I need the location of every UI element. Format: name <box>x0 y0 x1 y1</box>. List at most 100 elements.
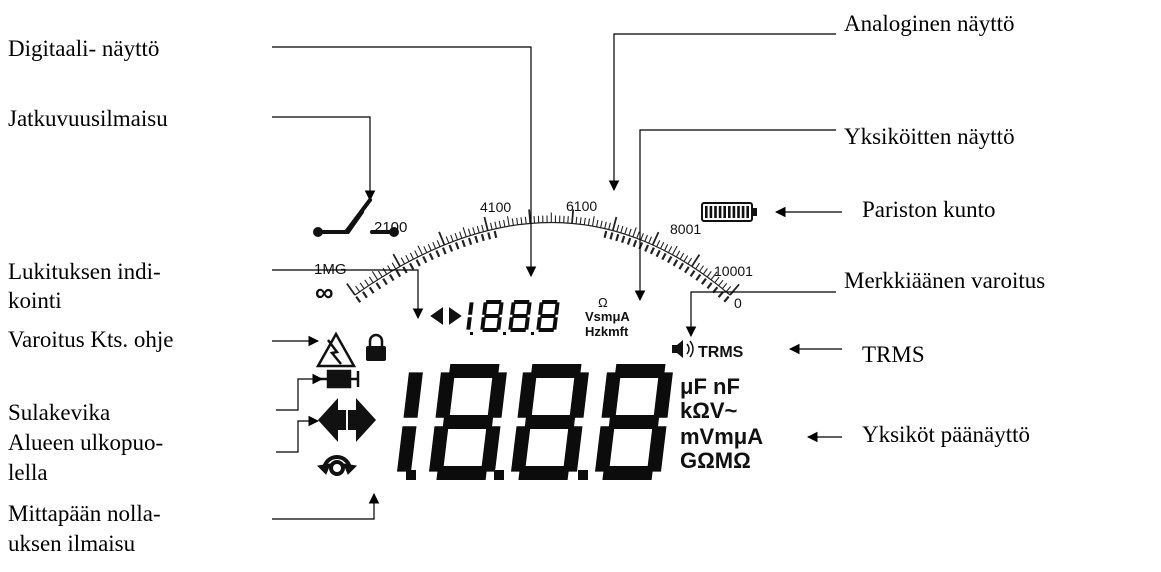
scale-band-tick <box>684 266 690 274</box>
scale-tick <box>718 279 724 287</box>
main-digit-2-segment <box>435 372 455 418</box>
scale-tick <box>454 233 459 240</box>
main-digit-3-segment <box>530 364 582 378</box>
main-decimal-point <box>578 470 588 480</box>
scale-tick <box>567 216 569 224</box>
battery-bar <box>709 206 713 218</box>
scale-tick <box>628 228 632 236</box>
main-digit-2-segment <box>448 364 500 378</box>
small-unit-vsmua: VsmμA <box>585 309 630 324</box>
scale-band-tick <box>493 230 498 239</box>
scale-tick <box>695 262 700 270</box>
small-unit-ohm: Ω <box>598 295 608 310</box>
scale-band-tick <box>626 237 632 245</box>
scale-tick <box>636 231 640 239</box>
battery-bar <box>732 206 736 218</box>
scale-tick <box>640 233 644 241</box>
main-decimal-point <box>494 470 504 480</box>
analog-scale-arc: 2100 4100 6100 8001 1MG 10001 ∞ 0 <box>314 198 753 311</box>
scale-tick <box>679 252 685 260</box>
scale-tick <box>417 245 423 255</box>
scale-band-tick <box>644 244 650 252</box>
scale-band-tick <box>615 233 620 242</box>
scale-tick <box>660 242 665 249</box>
scale-tick <box>436 240 441 247</box>
scale-band-tick <box>409 262 415 270</box>
main-digit-2-segment <box>487 372 507 418</box>
scale-tick <box>462 227 467 237</box>
scale-band-tick <box>388 274 395 282</box>
scale-band-tick <box>667 255 673 264</box>
small-digit-3-segment <box>524 317 530 330</box>
scale-band-tick <box>695 273 702 281</box>
scale-tick <box>459 231 463 239</box>
scale-tick <box>489 222 493 230</box>
scale-tick <box>604 221 607 229</box>
scale-tick <box>675 250 681 258</box>
callout-continuity <box>272 116 376 202</box>
battery-bar <box>723 206 726 218</box>
small-decimal-point <box>531 332 534 335</box>
unit-row-4: GΩMΩ <box>680 448 751 473</box>
battery-bar <box>705 206 708 218</box>
unit-row-1: μF nF <box>680 374 740 399</box>
scale-tick <box>600 220 603 228</box>
trms-indicator: TRMS <box>698 344 744 361</box>
small-digit-2-segment <box>482 328 499 332</box>
scale-band-tick <box>655 249 661 258</box>
scale-tick <box>620 225 624 233</box>
scale-band-tick <box>435 249 441 258</box>
scale-tick <box>579 217 582 225</box>
scale-tick <box>494 221 497 229</box>
small-digit-2-segment <box>480 317 486 330</box>
main-digit-4-segment <box>595 426 615 472</box>
scale-tick <box>583 217 586 225</box>
scale-tick <box>423 246 428 253</box>
scale-band-tick <box>701 277 707 285</box>
main-digit-1-segment <box>403 372 423 418</box>
small-decimal-point <box>470 332 473 335</box>
scale-zero: 0 <box>734 295 742 311</box>
small-digit-2-segment <box>496 317 502 330</box>
scale-infinity: ∞ <box>315 277 334 307</box>
small-digit-1-segment <box>468 302 474 315</box>
scale-tick <box>528 209 532 224</box>
main-digit-4-segment <box>653 372 673 418</box>
small-digit-2-segment <box>484 314 500 318</box>
scale-tick <box>476 225 480 233</box>
scale-tick <box>359 282 365 290</box>
scale-tick <box>427 243 432 251</box>
scale-band-tick <box>375 282 382 290</box>
main-digit-2-segment <box>429 426 449 472</box>
battery-bar <box>737 206 740 218</box>
small-decimal-point <box>503 332 506 335</box>
small-digital-display: Ω VsmμA Hzkmft <box>430 295 630 339</box>
battery-bar <box>728 206 731 218</box>
main-decimal-point <box>406 470 416 480</box>
scale-tick <box>651 231 660 246</box>
scale-band-tick <box>603 230 608 239</box>
scale-tick <box>656 240 661 247</box>
scale-band-tick <box>461 239 466 248</box>
scale-tick <box>683 255 689 262</box>
main-digit-3-segment <box>518 466 570 480</box>
small-digit-3-segment <box>526 302 532 315</box>
scale-band-tick <box>649 247 655 255</box>
scale-tick <box>371 271 379 281</box>
scale-band-tick <box>723 295 730 303</box>
scale-band-tick <box>368 286 375 294</box>
scale-tick <box>392 253 401 267</box>
scale-tick <box>687 257 693 265</box>
scale-band-tick <box>678 262 684 270</box>
scale-tick <box>729 283 740 296</box>
scale-tick <box>648 236 653 244</box>
scale-tick <box>414 250 419 258</box>
scale-tick <box>721 282 728 290</box>
small-digit-4-segment <box>540 314 556 318</box>
scale-tick <box>506 216 510 227</box>
scale-tick <box>368 276 374 284</box>
scale-tick <box>706 270 712 278</box>
scale-band-tick <box>487 232 492 240</box>
scale-band-tick <box>672 259 679 267</box>
scale-tick <box>405 255 410 262</box>
